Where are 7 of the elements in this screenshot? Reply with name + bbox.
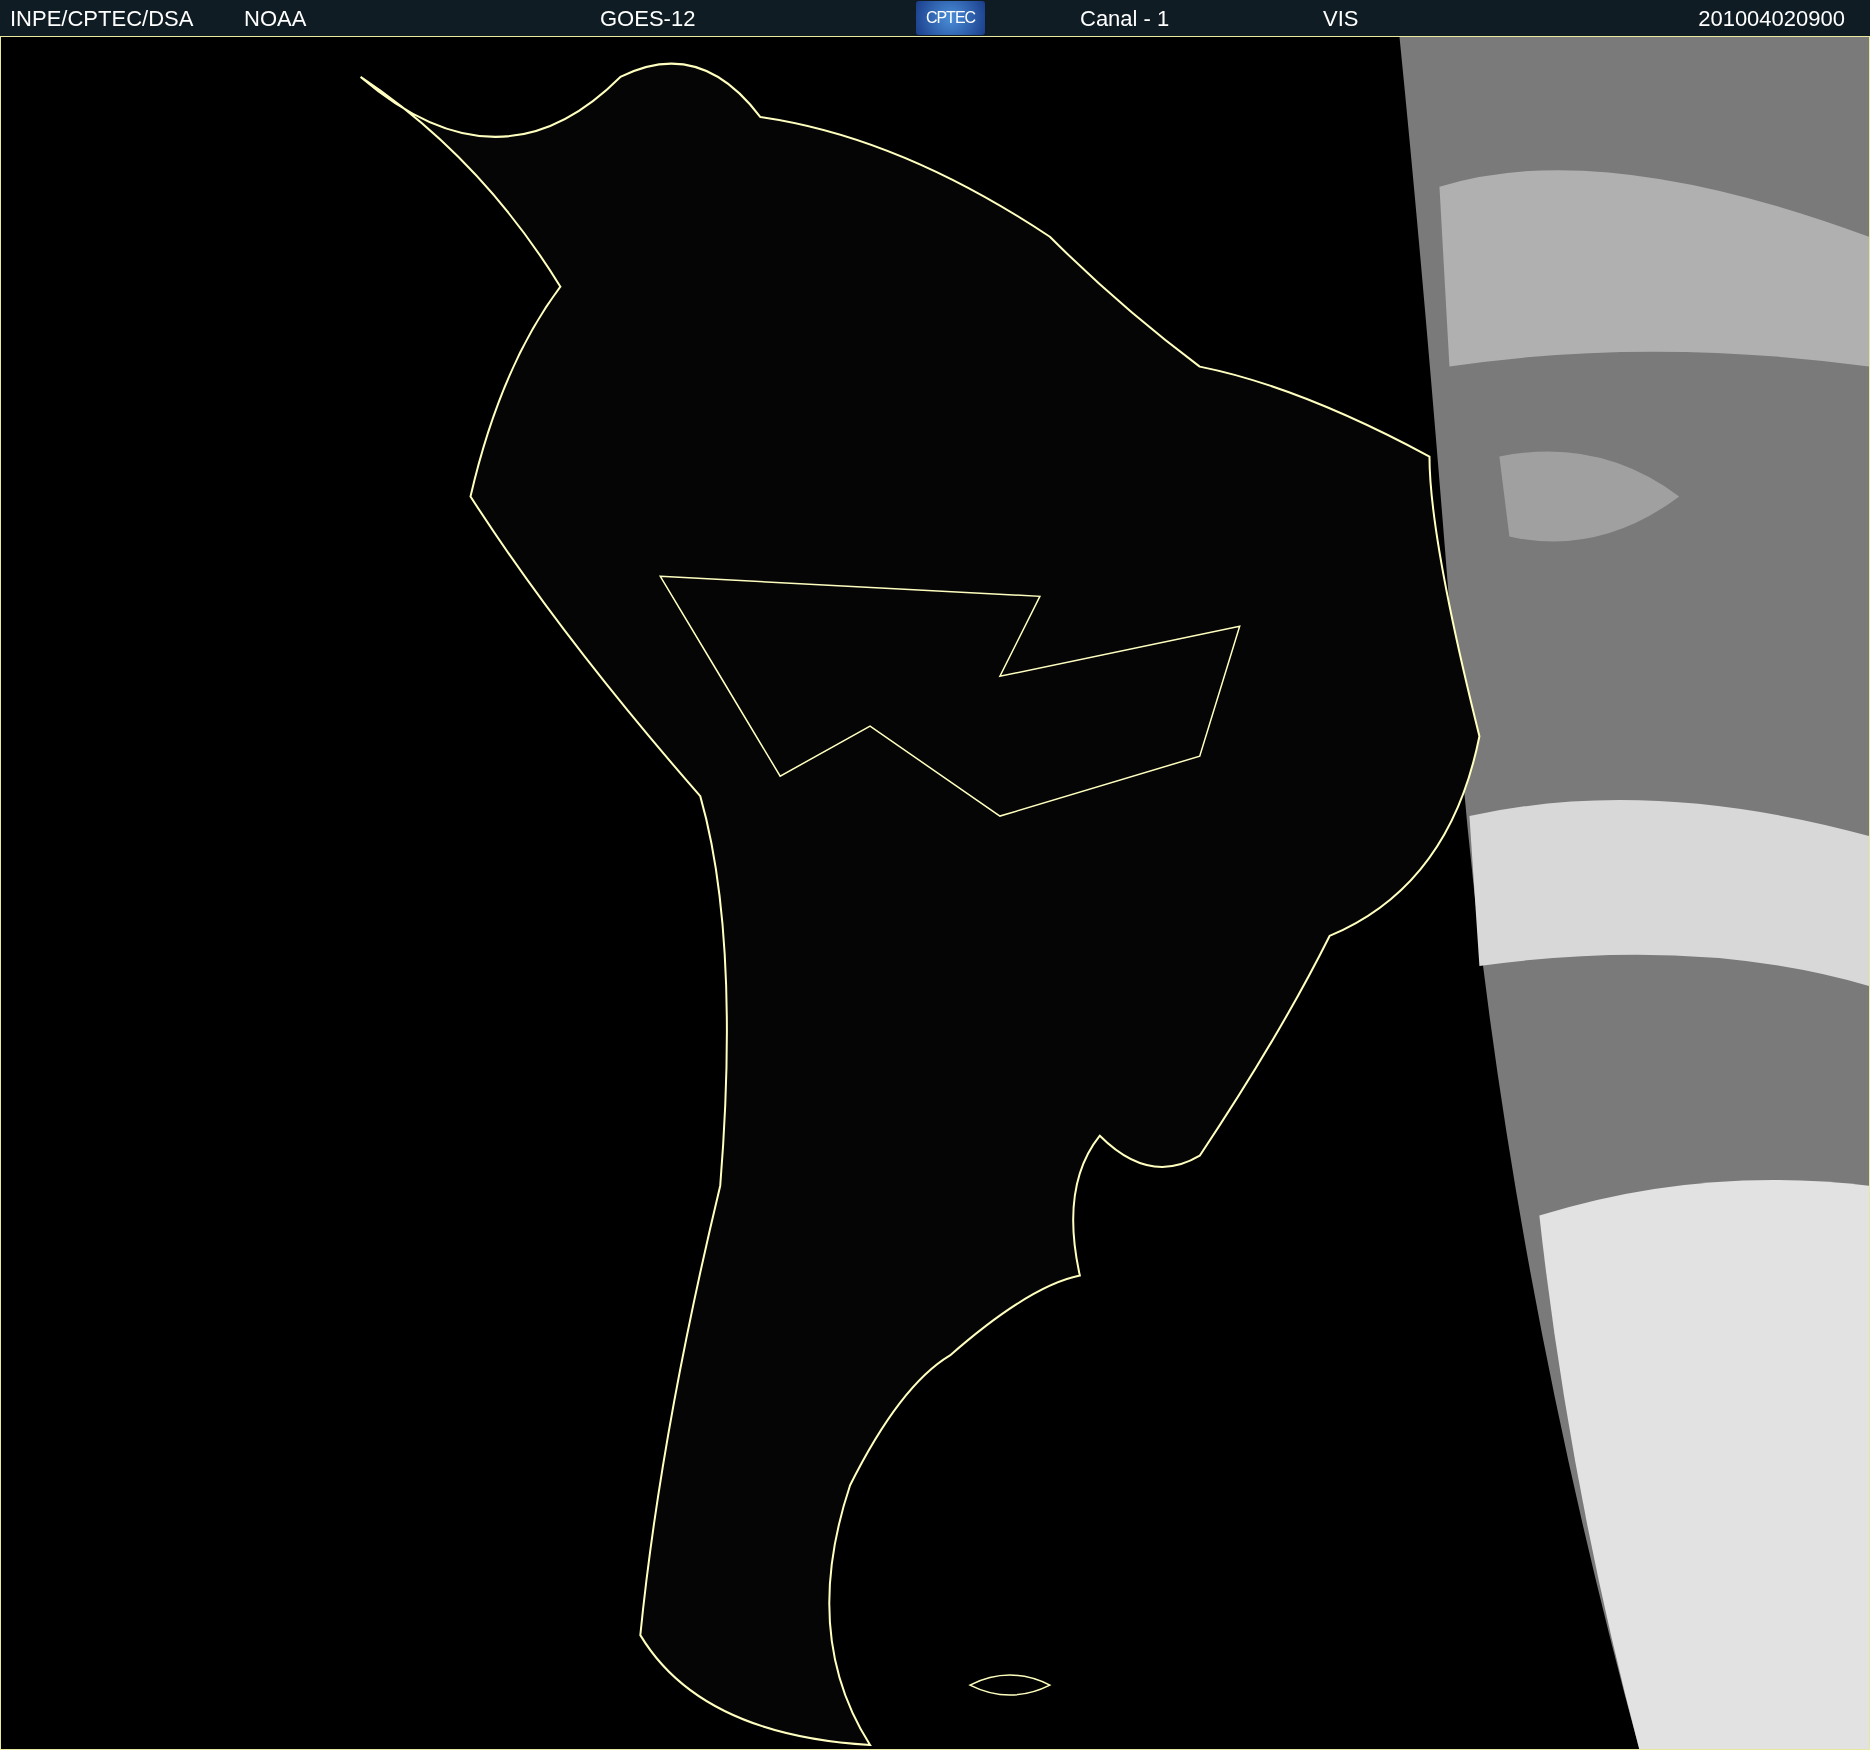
- source-label: INPE/CPTEC/DSA: [10, 4, 195, 33]
- timestamp-label: 201004020900: [1698, 4, 1845, 33]
- satellite-label: GOES-12: [600, 4, 697, 33]
- channel-label: Canal - 1: [1080, 4, 1171, 33]
- agency-label: NOAA: [244, 4, 308, 33]
- band-label: VIS: [1323, 4, 1360, 33]
- logo: CPTEC: [916, 1, 985, 35]
